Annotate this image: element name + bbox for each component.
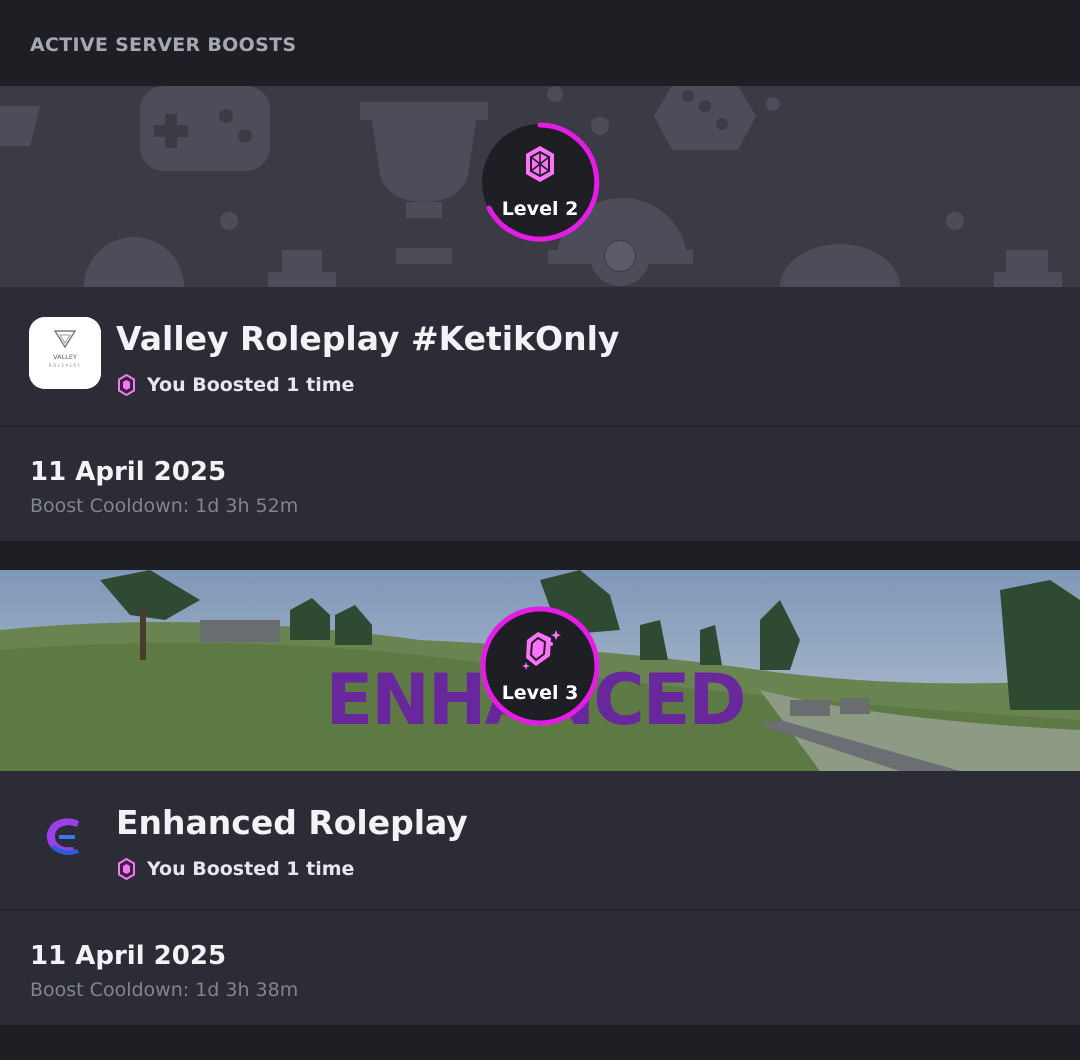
boost-count-line: You Boosted 1 time	[118, 855, 354, 883]
level-label: Level 2	[501, 198, 579, 220]
server-banner: Level 2	[0, 86, 1080, 287]
boost-cooldown: Boost Cooldown: 1d 3h 38m	[30, 979, 299, 1001]
boost-gem-small-icon	[118, 858, 135, 880]
server-level-badge: Level 3	[480, 606, 600, 726]
section-header: ACTIVE SERVER BOOSTS	[0, 0, 1080, 86]
server-avatar[interactable]: VALLEY ROLEPLAY	[29, 317, 101, 389]
server-banner: ENHANCED Level 3	[0, 570, 1080, 771]
server-name: Valley Roleplay #KetikOnly	[116, 319, 620, 358]
boost-cooldown: Boost Cooldown: 1d 3h 52m	[30, 495, 299, 517]
boost-date: 11 April 2025	[30, 457, 227, 487]
boost-card-valley[interactable]: Level 2 VALLEY ROLEPLAY Valley Roleplay …	[0, 86, 1080, 541]
server-name: Enhanced Roleplay	[116, 803, 468, 842]
valley-logo-icon: VALLEY ROLEPLAY	[29, 317, 101, 389]
boost-count-text: You Boosted 1 time	[147, 374, 355, 396]
boost-count-line: You Boosted 1 time	[118, 371, 354, 399]
boost-date-row: 11 April 2025 Boost Cooldown: 1d 3h 38m	[0, 909, 1080, 1025]
boost-count-text: You Boosted 1 time	[147, 858, 355, 880]
boost-card-enhanced[interactable]: ENHANCED Level 3 E	[0, 570, 1080, 1025]
server-info-row: VALLEY ROLEPLAY Valley Roleplay #KetikOn…	[0, 287, 1080, 425]
section-title: ACTIVE SERVER BOOSTS	[30, 34, 297, 56]
server-info-row: Enhanced Roleplay You Boosted 1 time	[0, 771, 1080, 909]
boost-gem-sparkle-icon	[522, 630, 561, 670]
level-label: Level 3	[501, 682, 579, 704]
server-level-badge: Level 2	[480, 122, 600, 242]
logo-text-top: VALLEY	[53, 353, 77, 361]
server-avatar[interactable]	[29, 801, 101, 873]
logo-text-bottom: ROLEPLAY	[49, 363, 81, 368]
card-spacer	[0, 541, 1080, 570]
boost-gem-icon	[526, 146, 554, 182]
enhanced-logo-icon	[29, 801, 101, 873]
boost-gem-small-icon	[118, 374, 135, 396]
boost-date-row: 11 April 2025 Boost Cooldown: 1d 3h 52m	[0, 425, 1080, 541]
boost-date: 11 April 2025	[30, 941, 227, 971]
